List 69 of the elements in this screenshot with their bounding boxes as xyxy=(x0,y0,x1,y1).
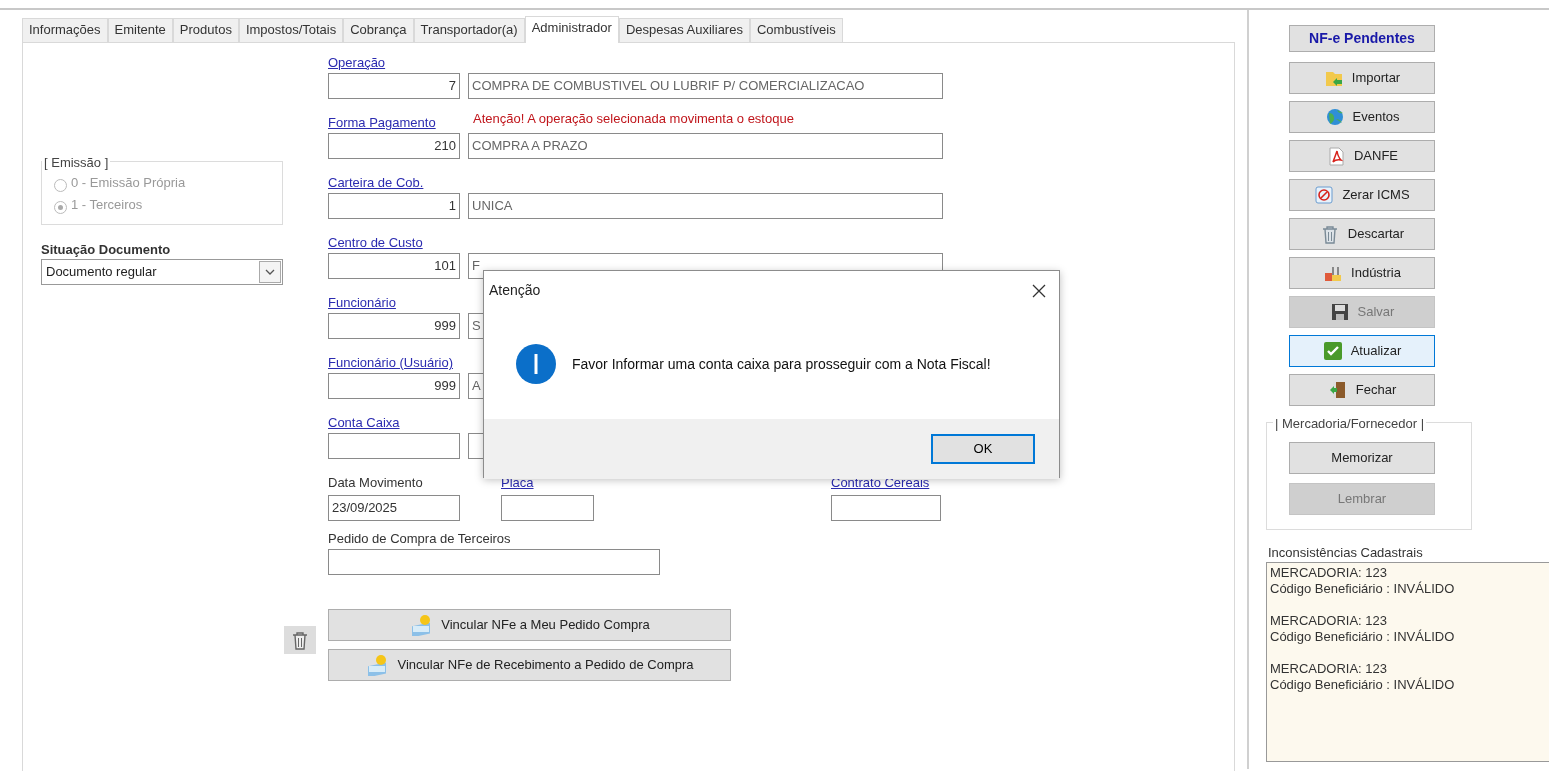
field-label: Data Movimento xyxy=(328,474,424,492)
action-button[interactable]: Importar xyxy=(1289,62,1435,94)
code-field[interactable]: 210 xyxy=(328,133,460,159)
action-button[interactable]: Fechar xyxy=(1289,374,1435,406)
code-field[interactable]: 999 xyxy=(328,313,460,339)
tab[interactable]: Produtos xyxy=(172,18,239,42)
action-button[interactable]: Atualizar xyxy=(1289,335,1435,367)
radio-label: 0 - Emissão Própria xyxy=(71,174,186,192)
code-field[interactable]: 101 xyxy=(328,253,460,279)
code-field[interactable]: 999 xyxy=(328,373,460,399)
list-text: MERCADORIA: 123 xyxy=(1270,613,1389,629)
link-order-button[interactable]: Vincular NFe de Recebimento a Pedido de Compra xyxy=(328,649,731,681)
action-button[interactable]: Descartar xyxy=(1289,218,1435,250)
globe-icon xyxy=(1324,107,1345,127)
delete-button[interactable] xyxy=(284,626,316,654)
field-link[interactable]: Carteira de Cob. xyxy=(328,175,424,190)
info-icon xyxy=(516,344,556,384)
chevron-down-icon xyxy=(265,269,275,275)
list-text: MERCADORIA: 123 xyxy=(1270,565,1389,581)
field-label: Pedido de Compra de Terceiros xyxy=(328,530,512,548)
cancel-icon xyxy=(1314,185,1335,205)
description-field[interactable]: UNICA xyxy=(468,193,943,219)
field-label: Inconsistências Cadastrais xyxy=(1268,544,1424,562)
pending-button[interactable]: NF-e Pendentes xyxy=(1289,25,1435,52)
tab[interactable]: Informações xyxy=(22,18,108,42)
text-field[interactable] xyxy=(831,495,941,521)
field-link[interactable]: Centro de Custo xyxy=(328,235,423,250)
code-field[interactable]: 1 xyxy=(328,193,460,219)
field-link[interactable]: Forma Pagamento xyxy=(328,115,436,130)
field-link[interactable]: Operação xyxy=(328,55,386,70)
action-button[interactable]: Eventos xyxy=(1289,101,1435,133)
tab[interactable]: Despesas Auxiliares xyxy=(618,18,750,42)
radio-label: 1 - Terceiros xyxy=(71,196,143,214)
field-link[interactable]: Conta Caixa xyxy=(328,415,400,430)
list-text: MERCADORIA: 123 xyxy=(1270,661,1389,677)
ok-button[interactable]: OK xyxy=(931,434,1035,464)
field-link[interactable]: Funcionário (Usuário) xyxy=(328,355,453,370)
link-order-button[interactable]: Vincular NFe a Meu Pedido Compra xyxy=(328,609,731,641)
action-button[interactable]: Zerar ICMS xyxy=(1289,179,1435,211)
list-text: Código Beneficiário : INVÁLIDO xyxy=(1270,677,1456,693)
inconsistency-list[interactable]: MERCADORIA: 123 Código Beneficiário : INVÁLIDO MERCADORIA: 123 Código Beneficiário : INVÁLIDO MERCADORIA: 123 Código Beneficiário : INVÁLIDO xyxy=(1266,562,1549,762)
description-field[interactable]: COMPRA DE COMBUSTIVEL OU LUBRIF P/ COMERCIALIZACAO xyxy=(468,73,943,99)
close-icon xyxy=(1031,282,1047,299)
text-field[interactable] xyxy=(501,495,594,521)
text-field[interactable] xyxy=(328,549,660,575)
action-button[interactable]: DANFE xyxy=(1289,140,1435,172)
code-field[interactable]: 7 xyxy=(328,73,460,99)
action-button[interactable]: Indústria xyxy=(1289,257,1435,289)
warning-text: Atenção! A operação selecionada movimenta o estoque xyxy=(473,110,794,128)
tab[interactable]: Emitente xyxy=(107,18,173,42)
tab[interactable]: Impostos/Totais xyxy=(238,18,344,42)
tab[interactable]: Cobrança xyxy=(343,18,414,42)
action-button[interactable]: Memorizar xyxy=(1289,442,1435,474)
field-link[interactable]: Funcionário xyxy=(328,295,396,310)
description-field[interactable]: COMPRA A PRAZO xyxy=(468,133,943,159)
text-field[interactable]: 23/09/2025 xyxy=(328,495,460,521)
list-text: Código Beneficiário : INVÁLIDO xyxy=(1270,629,1456,645)
tab[interactable]: Transportador(a) xyxy=(413,18,525,42)
save-icon xyxy=(1329,302,1350,322)
trash-icon xyxy=(290,630,310,650)
code-field[interactable] xyxy=(328,433,460,459)
dialog-title: Atenção xyxy=(489,280,541,300)
list-text: Código Beneficiário : INVÁLIDO xyxy=(1270,581,1456,597)
tab[interactable]: Administrador xyxy=(524,16,619,43)
status-dropdown[interactable]: Documento regular xyxy=(41,259,283,285)
dialog-message: Favor Informar uma conta caixa para prosseguir com a Nota Fiscal! xyxy=(572,355,992,373)
tab[interactable]: Combustíveis xyxy=(749,18,843,42)
checkmark-icon xyxy=(1322,341,1343,361)
field-label: Situação Documento xyxy=(41,241,172,259)
